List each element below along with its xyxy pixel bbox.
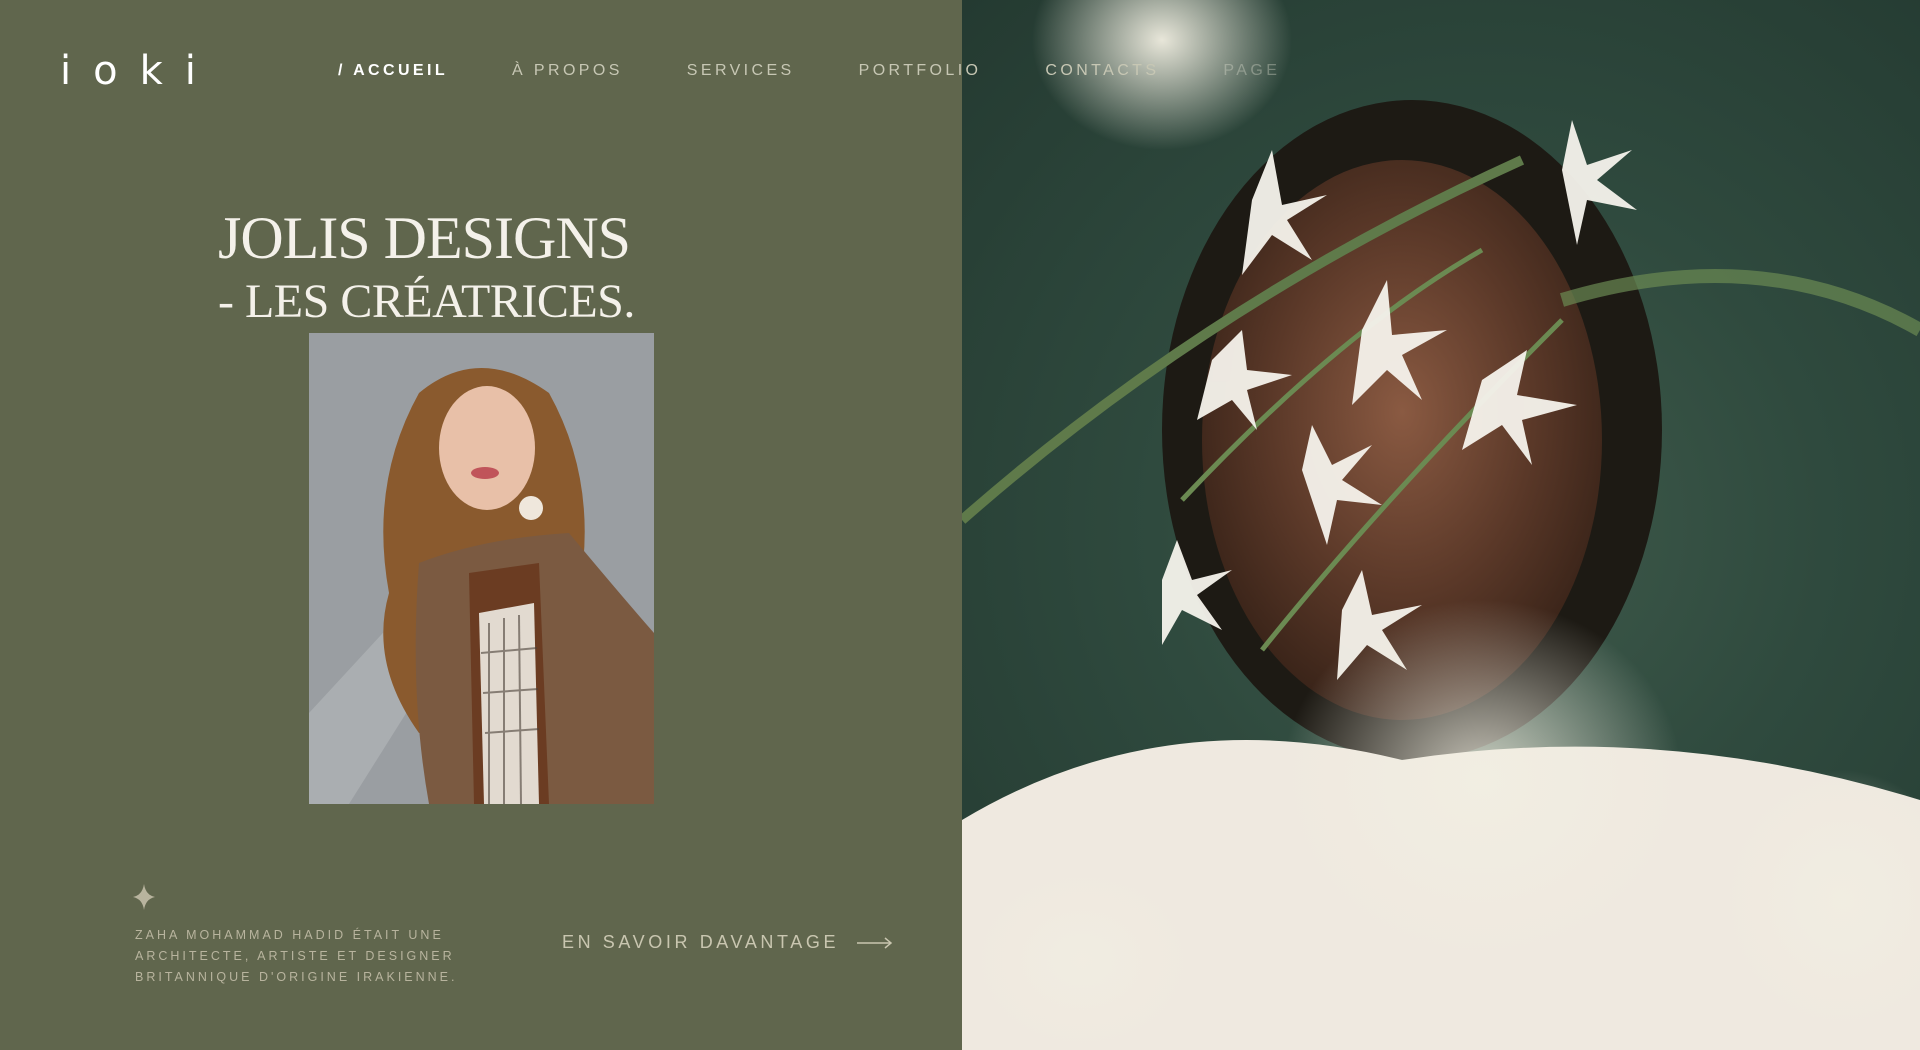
learn-more-label: EN SAVOIR DAVANTAGE [562,932,840,952]
learn-more-link[interactable]: EN SAVOIR DAVANTAGE [562,932,893,953]
nav-item-portfolio[interactable]: PORTFOLIO [859,62,982,80]
arrow-right-icon [857,936,893,949]
hero-photo [962,0,1920,1050]
hero-subtitle: - LES CRÉATRICES. [218,275,635,328]
main-nav: / ACCUEIL À PROPOS SERVICES PORTFOLIO CO… [338,62,1344,80]
nav-item-services[interactable]: SERVICES [687,62,795,80]
model-portrait-image [309,333,654,804]
hero-title: JOLIS DESIGNS [218,205,631,271]
nav-item-a-propos[interactable]: À PROPOS [512,62,623,80]
nav-item-accueil[interactable]: / ACCUEIL [338,62,448,80]
nav-item-contacts[interactable]: CONTACTS [1045,62,1159,80]
bio-text: ZAHA MOHAMMAD HADID ÉTAIT UNE ARCHITECTE… [135,928,458,984]
flower-portrait-image [962,0,1920,1050]
sparkle-icon [133,884,155,910]
logo[interactable]: ioki [60,48,218,94]
nav-item-page[interactable]: PAGE [1223,62,1280,80]
